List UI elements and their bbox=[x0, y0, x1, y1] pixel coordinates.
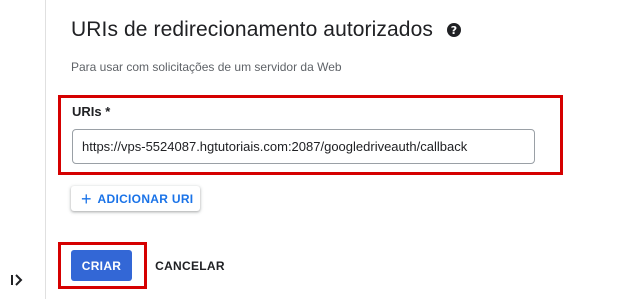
create-button[interactable]: CRIAR bbox=[71, 250, 132, 281]
uris-label: URIs * bbox=[72, 104, 111, 119]
uri-input[interactable] bbox=[72, 129, 535, 164]
cancel-button[interactable]: CANCELAR bbox=[150, 250, 230, 281]
section-header: URIs de redirecionamento autorizados ? bbox=[71, 18, 461, 42]
add-uri-label: ADICIONAR URI bbox=[97, 191, 194, 206]
help-circle-icon[interactable]: ? bbox=[446, 23, 461, 37]
left-rail bbox=[0, 0, 46, 299]
plus-icon: + bbox=[81, 188, 92, 209]
add-uri-button[interactable]: + ADICIONAR URI bbox=[71, 186, 200, 211]
section-title: URIs de redirecionamento autorizados bbox=[71, 18, 433, 41]
section-subtitle: Para usar com solicitações de um servido… bbox=[71, 60, 342, 74]
expand-panel-icon[interactable] bbox=[8, 271, 26, 289]
